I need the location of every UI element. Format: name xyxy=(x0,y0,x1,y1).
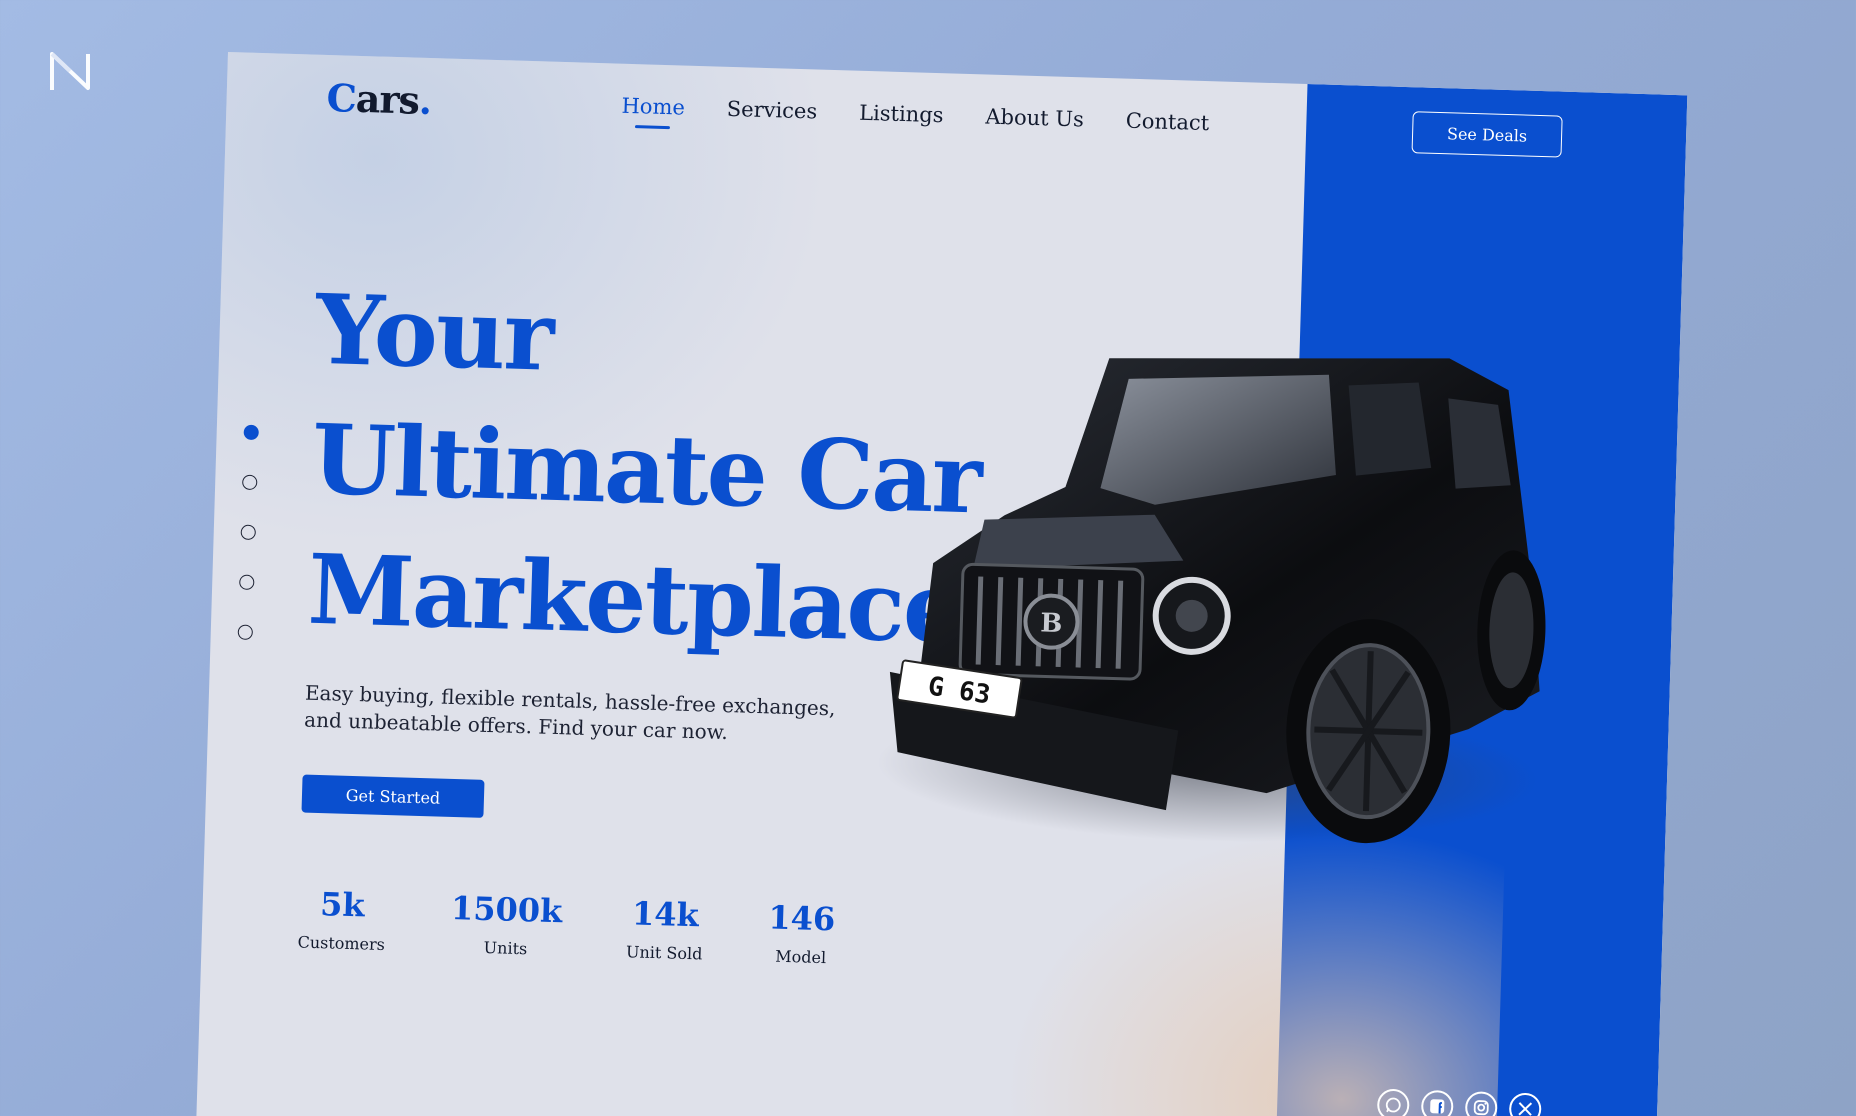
stat-label: Units xyxy=(483,937,528,959)
get-started-button[interactable]: Get Started xyxy=(301,774,485,818)
hero-car-image: B G 63 xyxy=(877,358,1546,844)
stat-label: Customers xyxy=(297,932,386,955)
slide-indicator xyxy=(237,424,259,675)
facebook-icon[interactable] xyxy=(1420,1089,1454,1116)
hero-subtitle: Easy buying, flexible rentals, hassle-fr… xyxy=(303,680,836,745)
whatsapp-icon[interactable] xyxy=(1376,1088,1410,1116)
main-nav: Home Services Listings About Us Contact xyxy=(621,94,1209,145)
stat-unit-sold: 14k Unit Sold xyxy=(626,894,704,963)
stats-row: 5k Customers 1500k Units 14k Unit Sold 1… xyxy=(297,884,900,969)
slide-dot[interactable] xyxy=(242,474,258,491)
car-badge: B xyxy=(1040,608,1063,639)
see-deals-button[interactable]: See Deals xyxy=(1411,111,1563,158)
nav-item-listings[interactable]: Listings xyxy=(859,101,944,137)
nav-item-services[interactable]: Services xyxy=(726,97,817,134)
slide-dot[interactable] xyxy=(239,574,255,591)
stat-label: Model xyxy=(775,946,827,968)
stat-value: 14k xyxy=(631,894,700,935)
instagram-icon[interactable] xyxy=(1464,1091,1498,1116)
x-icon[interactable] xyxy=(1508,1092,1542,1116)
website-mockup: Cars. Home Services Listings About Us Co… xyxy=(196,52,1688,1116)
stat-customers: 5k Customers xyxy=(297,884,386,954)
slide-dot[interactable] xyxy=(240,524,256,541)
stat-units: 1500k Units xyxy=(450,889,563,959)
designer-logo-icon xyxy=(50,52,90,90)
site-logo[interactable]: Cars. xyxy=(326,75,432,123)
slide-dot[interactable] xyxy=(243,424,259,441)
nav-item-about-us[interactable]: About Us xyxy=(985,105,1084,142)
nav-item-home[interactable]: Home xyxy=(621,94,685,130)
social-links xyxy=(1376,1088,1542,1116)
slide-dot[interactable] xyxy=(237,624,254,640)
stat-value: 1500k xyxy=(450,889,563,931)
stat-model: 146 Model xyxy=(767,898,836,967)
stat-value: 146 xyxy=(767,898,836,939)
stat-value: 5k xyxy=(319,885,366,925)
stat-label: Unit Sold xyxy=(625,942,703,964)
nav-item-contact[interactable]: Contact xyxy=(1125,109,1209,145)
